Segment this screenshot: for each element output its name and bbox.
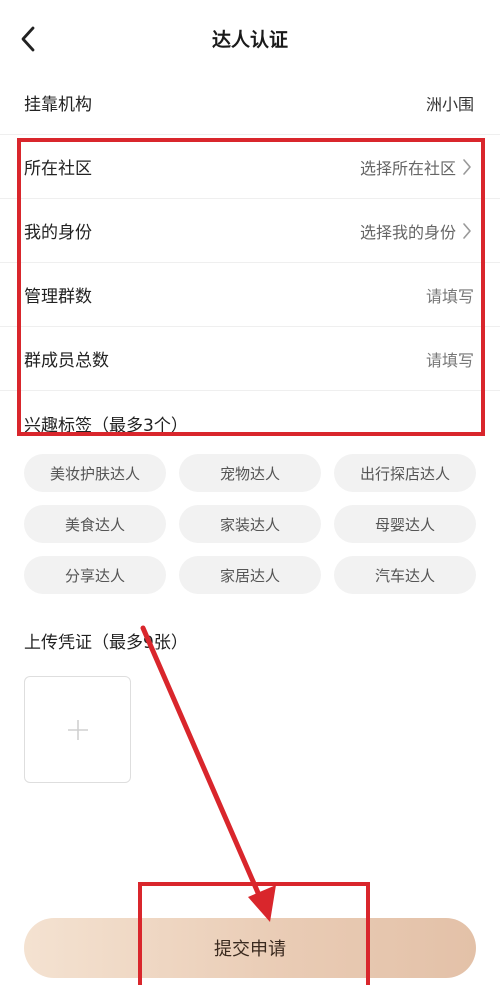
header: 达人认证 <box>0 0 500 76</box>
group-members-input[interactable]: 请填写 <box>426 347 474 371</box>
upload-title: 上传凭证（最多9张） <box>24 633 188 653</box>
groups-managed-row: 管理群数 请填写 <box>0 263 500 327</box>
group-members-row: 群成员总数 请填写 <box>0 327 500 391</box>
affiliation-row: 挂靠机构 洲小围 <box>0 71 500 135</box>
chevron-right-icon <box>462 157 474 177</box>
submit-button[interactable]: 提交申请 <box>24 918 476 978</box>
affiliation-value: 洲小围 <box>425 94 474 114</box>
interests-title: 兴趣标签（最多3个） <box>24 416 188 436</box>
interest-tag[interactable]: 家居达人 <box>179 556 321 594</box>
community-label: 所在社区 <box>24 159 92 179</box>
group-members-label: 群成员总数 <box>24 351 109 371</box>
page-title: 达人认证 <box>211 29 288 51</box>
groups-managed-input[interactable]: 请填写 <box>426 283 474 307</box>
interest-tag[interactable]: 美食达人 <box>24 505 166 543</box>
identity-row[interactable]: 我的身份 选择我的身份 <box>0 199 500 263</box>
identity-value: 选择我的身份 <box>359 222 456 242</box>
interest-tag[interactable]: 宠物达人 <box>179 454 321 492</box>
community-row[interactable]: 所在社区 选择所在社区 <box>0 135 500 199</box>
interest-tag[interactable]: 美妆护肤达人 <box>24 454 166 492</box>
interest-tag[interactable]: 汽车达人 <box>334 556 476 594</box>
interest-tag[interactable]: 家装达人 <box>179 505 321 543</box>
community-value: 选择所在社区 <box>359 158 456 178</box>
page: 达人认证 挂靠机构 洲小围 所在社区 选择所在社区 我的身份 选择我的身份 管理… <box>0 0 500 985</box>
plus-icon <box>67 719 88 740</box>
interest-tag[interactable]: 母婴达人 <box>334 505 476 543</box>
interest-tag[interactable]: 出行探店达人 <box>334 454 476 492</box>
interest-tag[interactable]: 分享达人 <box>24 556 166 594</box>
groups-managed-label: 管理群数 <box>24 287 92 307</box>
affiliation-label: 挂靠机构 <box>24 95 92 115</box>
upload-add-button[interactable] <box>24 676 131 783</box>
identity-label: 我的身份 <box>24 223 92 243</box>
identity-selector[interactable]: 选择我的身份 <box>360 219 474 243</box>
chevron-right-icon <box>462 221 474 241</box>
community-selector[interactable]: 选择所在社区 <box>360 155 474 179</box>
